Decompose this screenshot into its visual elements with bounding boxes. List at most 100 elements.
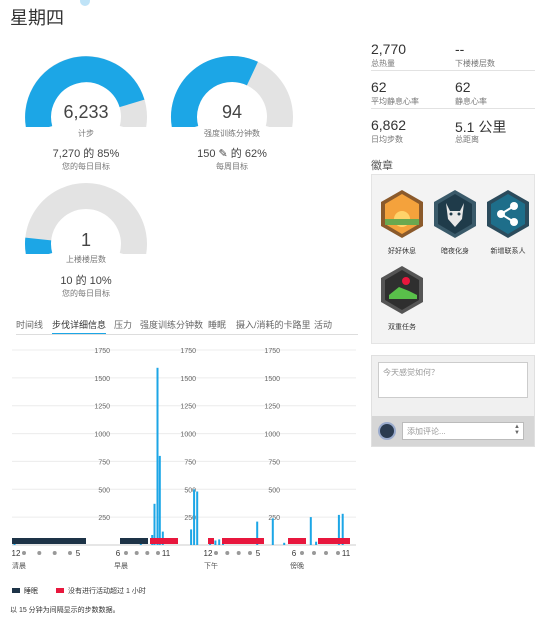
inactive-segment — [222, 538, 264, 544]
x-tick-dot — [336, 551, 340, 555]
floors-goal-label: 您的每日目标 — [62, 289, 110, 298]
y-tick-label: 1750 — [180, 348, 196, 355]
steps-goal: 7,270 的 85% — [52, 148, 120, 160]
step-bar — [190, 529, 193, 545]
wolf-badge-icon — [434, 190, 476, 238]
floors-goal: 10 的 10% — [60, 275, 112, 287]
x-tick-dot — [134, 551, 139, 555]
tab-calories[interactable]: 摄入/消耗的卡路里 — [236, 318, 311, 331]
x-tick-dot — [248, 551, 252, 555]
badge-item[interactable]: 暗夜化身 — [429, 189, 481, 256]
x-tick-dot — [214, 551, 218, 555]
step-bar — [283, 542, 286, 545]
y-tick-label: 250 — [98, 515, 110, 522]
tab-timeline[interactable]: 时间线 — [16, 318, 43, 331]
badge-label: 双重任务 — [388, 324, 416, 331]
y-tick-label: 1750 — [94, 348, 110, 355]
tab-intensity-minutes[interactable]: 强度训练分钟数 — [140, 318, 203, 331]
x-tick-end-label: 5 — [76, 549, 81, 558]
x-tick-dot — [22, 551, 26, 555]
floors-value: 1 — [80, 230, 91, 250]
shoe-badge-icon — [381, 266, 423, 314]
comment-panel: 今天感觉如何？ 添加评论... ▲ ▼ — [371, 355, 535, 447]
spinner-arrows-icon[interactable]: ▲ ▼ — [514, 424, 520, 436]
x-tick-dot — [68, 551, 72, 555]
step-bar — [309, 517, 312, 545]
step-bar — [218, 539, 221, 545]
y-tick-label: 1000 — [180, 432, 196, 439]
stat-total-calories-label: 总热量 — [371, 59, 395, 68]
x-tick-start-label: 6 — [292, 549, 297, 558]
chart-footnote: 以 15 分钟为间隔显示的步数数据。 — [10, 607, 120, 614]
stat-avg-resting-hr-value: 62 — [371, 79, 387, 95]
share-badge-icon — [487, 190, 529, 238]
y-tick-label: 750 — [268, 459, 280, 466]
badge-label: 暗夜化身 — [441, 248, 469, 255]
legend-inactive-label: 没有进行活动超过 1 小时 — [68, 588, 146, 595]
sleep-segment — [120, 538, 148, 544]
x-tick-dot — [37, 551, 42, 555]
period-label: 清晨 — [12, 561, 26, 570]
page-title: 星期四 — [10, 8, 64, 28]
comment-bar: 添加评论... ▲ ▼ — [372, 416, 534, 446]
y-tick-label: 1500 — [264, 376, 280, 383]
divider — [371, 108, 535, 109]
stat-avg-resting-hr-label: 平均静息心率 — [371, 97, 419, 106]
tab-divider — [16, 334, 358, 335]
mood-textarea[interactable]: 今天感觉如何？ — [378, 362, 528, 398]
tab-stress[interactable]: 压力 — [114, 318, 132, 331]
divider — [371, 70, 535, 71]
badge-item[interactable]: 新增联系人 — [482, 189, 534, 256]
floors-gauge[interactable]: 1 上楼楼层数 10 的 10% 您的每日目标 — [24, 182, 148, 302]
inactive-segment — [208, 538, 214, 544]
step-bar — [214, 540, 217, 545]
steps-chart: 250 500 750 1000 1250 1500 1750 250 500 750 1000 12… — [12, 348, 356, 570]
y-tick-label: 1500 — [94, 376, 110, 383]
tab-activities[interactable]: 活动 — [314, 318, 332, 331]
badge-item[interactable]: 好好休息 — [376, 189, 428, 256]
y-tick-label: 750 — [98, 459, 110, 466]
intensity-gauge[interactable]: 94 强度训练分钟数 150 ✎ 的 62% 每周目标 — [170, 55, 294, 175]
stat-floors-down-value: -- — [455, 41, 465, 57]
legend-sleep-swatch — [12, 588, 20, 593]
x-tick-start-label: 6 — [116, 549, 121, 558]
step-bar — [156, 367, 159, 545]
x-tick-dot — [324, 551, 328, 555]
badges-title: 徽章 — [371, 160, 393, 172]
badges-panel: 好好休息 暗夜化身 新增联系人 双重任务 — [371, 174, 535, 344]
x-tick-dot — [124, 551, 128, 555]
step-bar — [196, 491, 199, 545]
legend-sleep-label: 睡眠 — [24, 588, 38, 595]
tab-step-details[interactable]: 步伐详细信息 — [52, 318, 107, 335]
legend-inactive-swatch — [56, 588, 64, 593]
x-tick-dot — [225, 551, 230, 555]
tab-sleep[interactable]: 睡眠 — [208, 318, 226, 331]
sunrise-badge-icon — [381, 190, 423, 238]
step-bar — [139, 543, 142, 545]
x-tick-end-label: 11 — [342, 549, 351, 558]
stat-resting-hr-value: 62 — [455, 79, 471, 95]
x-tick-start-label: 12 — [204, 549, 213, 558]
sync-status-icon — [80, 0, 90, 6]
intensity-goal-label: 每周目标 — [216, 162, 248, 171]
x-tick-dot — [52, 551, 57, 555]
stat-daily-avg-steps-value: 6,862 — [371, 117, 407, 133]
step-bar — [193, 489, 196, 545]
sleep-segment — [12, 538, 86, 544]
badge-item[interactable]: 双重任务 — [376, 265, 428, 332]
period-label: 早晨 — [114, 562, 128, 570]
step-bar — [158, 455, 161, 545]
y-tick-label: 500 — [268, 487, 280, 494]
step-bar — [315, 541, 318, 545]
stat-distance-label: 总距离 — [455, 135, 479, 144]
avatar — [378, 422, 396, 440]
stat-floors-down-label: 下楼楼层数 — [455, 59, 495, 68]
y-tick-label: 1250 — [94, 404, 110, 411]
step-bar — [271, 518, 274, 545]
y-tick-label: 1000 — [94, 432, 110, 439]
steps-gauge[interactable]: 6,233 计步 7,270 的 85% 您的每日目标 — [24, 55, 148, 175]
add-comment-input[interactable]: 添加评论... ▲ ▼ — [402, 422, 524, 440]
steps-label: 计步 — [78, 129, 94, 138]
y-tick-label: 250 — [268, 515, 280, 522]
stat-resting-hr-label: 静息心率 — [455, 97, 487, 106]
